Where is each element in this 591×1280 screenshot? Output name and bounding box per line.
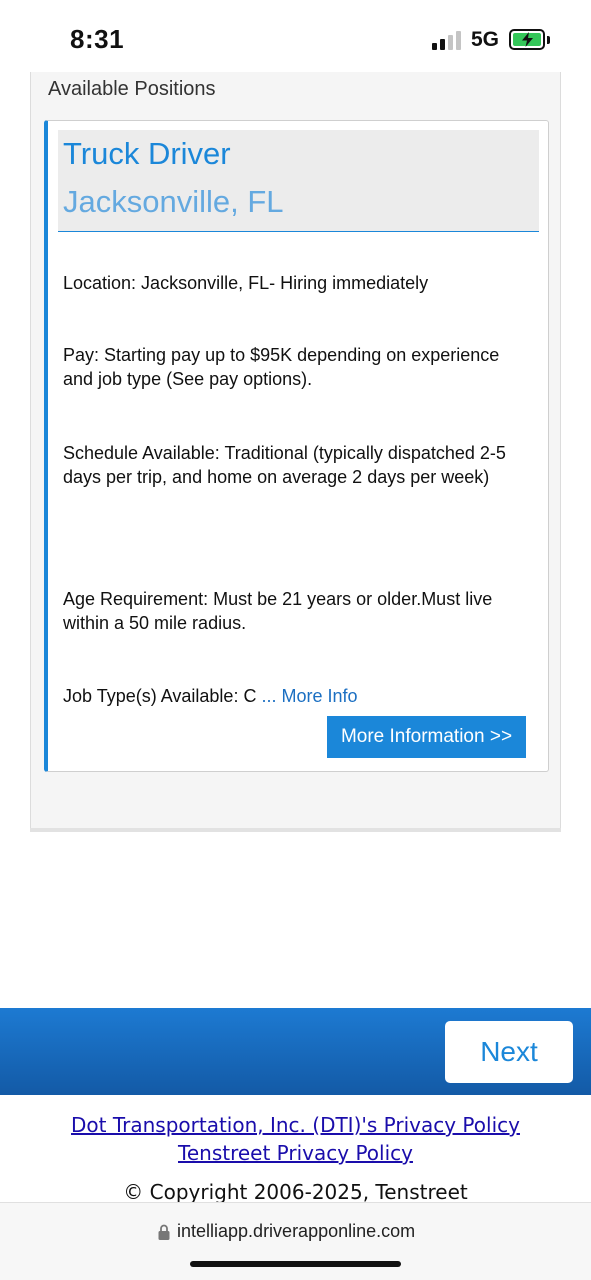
lock-icon (158, 1224, 170, 1240)
job-type-text: Job Type(s) Available: C (63, 686, 262, 706)
positions-panel: Available Positions Truck Driver Jackson… (30, 72, 561, 828)
job-detail-job-type: Job Type(s) Available: C ... More Info (63, 684, 533, 708)
copyright-text: © Copyright 2006-2025, Tenstreet (123, 1180, 468, 1204)
job-header[interactable]: Truck Driver Jacksonville, FL (58, 130, 539, 232)
job-detail-location: Location: Jacksonville, FL- Hiring immed… (63, 273, 429, 293)
tenstreet-privacy-policy-link[interactable]: Tenstreet Privacy Policy (0, 1141, 591, 1165)
more-info-link[interactable]: ... More Info (261, 686, 357, 706)
section-heading: Available Positions (48, 78, 216, 100)
url-text[interactable]: intelliapp.driverapponline.com (177, 1221, 415, 1242)
job-detail-age: Age Requirement: Must be 21 years or old… (63, 589, 493, 633)
job-card: Truck Driver Jacksonville, FL Location: … (44, 120, 549, 772)
status-time: 8:31 (70, 24, 125, 54)
browser-address-bar[interactable]: intelliapp.driverapponline.com (0, 1202, 591, 1280)
job-detail-schedule: Schedule Available: Traditional (typical… (63, 443, 506, 487)
job-detail-pay: Pay: Starting pay up to $95K depending o… (63, 345, 500, 389)
home-indicator[interactable] (190, 1261, 401, 1267)
cellular-signal-icon (432, 30, 462, 50)
next-button[interactable]: Next (445, 1021, 573, 1083)
footer-nav-bar: Next (0, 1008, 591, 1095)
more-information-button[interactable]: More Information >> (327, 716, 526, 758)
battery-cap (547, 36, 550, 44)
company-privacy-policy-link[interactable]: Dot Transportation, Inc. (DTI)'s Privacy… (0, 1113, 591, 1137)
job-title[interactable]: Truck Driver (63, 136, 231, 172)
network-type: 5G (471, 28, 500, 51)
battery-icon (509, 29, 545, 50)
job-location: Jacksonville, FL (63, 184, 284, 219)
status-bar: 8:31 5G (0, 0, 591, 72)
